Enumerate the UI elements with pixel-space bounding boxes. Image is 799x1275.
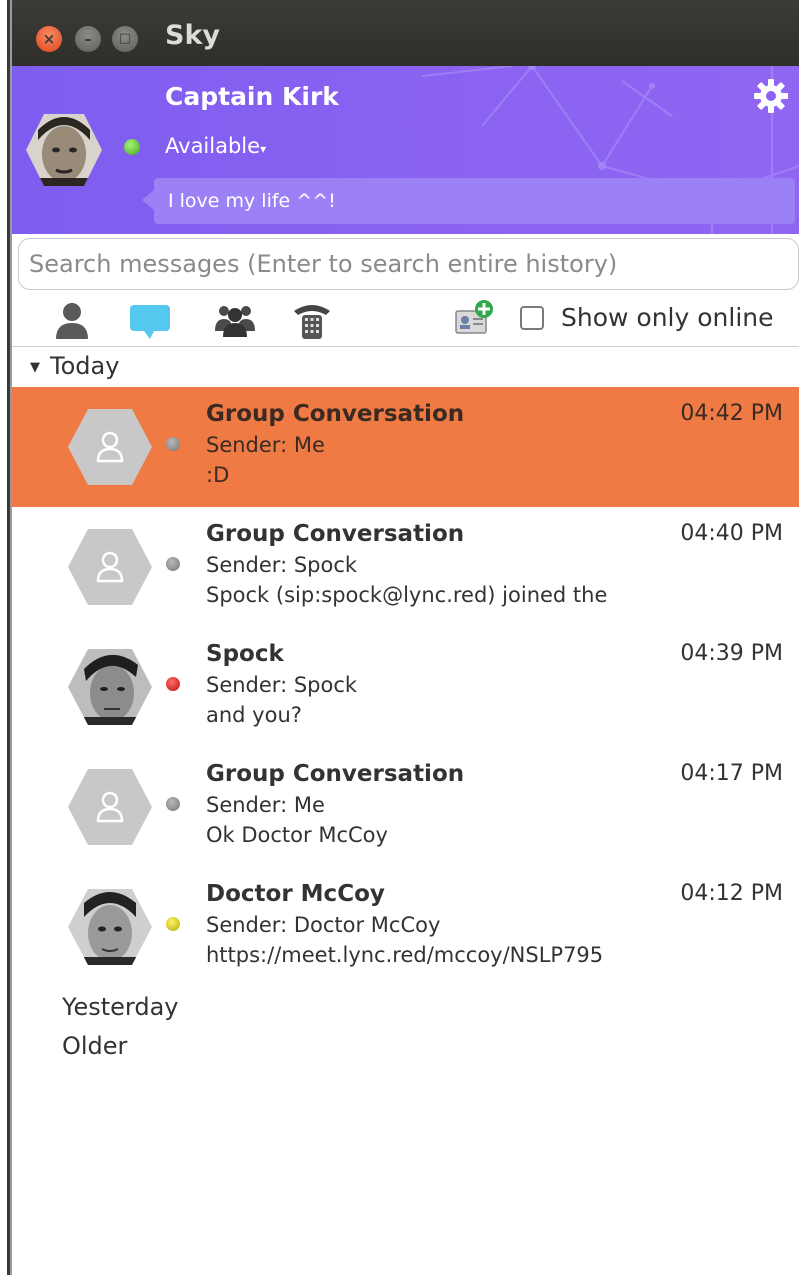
gear-icon[interactable] xyxy=(753,78,789,114)
chat-history-icon[interactable] xyxy=(128,299,172,341)
user-display-name: Captain Kirk xyxy=(165,82,339,111)
minimize-window-button[interactable]: – xyxy=(75,26,101,52)
app-window: × – □ Sky Captain Kirk Available▾ I love… xyxy=(12,0,799,1275)
presence-status-dot xyxy=(166,557,180,571)
conversation-last-message: https://meet.lync.red/mccoy/NSLP795 xyxy=(206,943,604,967)
conversation-sender: Sender: Me xyxy=(206,793,325,817)
group-avatar-placeholder xyxy=(68,769,152,845)
conversation-row[interactable]: Group Conversation 04:17 PM Sender: Me O… xyxy=(12,747,799,867)
presence-status-dot xyxy=(166,797,180,811)
availability-label: Available xyxy=(165,134,261,158)
conversation-name: Group Conversation xyxy=(206,401,465,427)
maximize-icon: □ xyxy=(118,31,132,46)
minimize-icon: – xyxy=(84,30,92,48)
profile-header: Captain Kirk Available▾ I love my life ^… xyxy=(12,66,799,234)
add-contact-icon[interactable] xyxy=(454,299,494,337)
view-tabs-bar: Show only online xyxy=(12,293,799,347)
availability-dropdown[interactable]: Available▾ xyxy=(165,134,266,158)
conversation-sender: Sender: Spock xyxy=(206,673,358,697)
group-label-today: Today xyxy=(50,352,120,380)
conversation-last-message: Spock (sip:spock@lync.red) joined the xyxy=(206,583,608,607)
window-title: Sky xyxy=(165,20,221,51)
presence-status-dot xyxy=(166,917,180,931)
conversation-name: Group Conversation xyxy=(206,521,465,547)
conversation-last-message: :D xyxy=(206,463,230,487)
presence-status-dot xyxy=(166,677,180,691)
phone-icon[interactable] xyxy=(290,299,334,341)
conversation-last-message: Ok Doctor McCoy xyxy=(206,823,388,847)
contact-avatar xyxy=(68,889,152,965)
group-avatar-placeholder xyxy=(68,529,152,605)
conversation-row[interactable]: Group Conversation 04:42 PM Sender: Me :… xyxy=(12,387,799,507)
conversation-name: Spock xyxy=(206,641,284,667)
user-avatar[interactable] xyxy=(24,110,104,190)
conversation-row[interactable]: Doctor McCoy 04:12 PM Sender: Doctor McC… xyxy=(12,867,799,987)
left-window-edge xyxy=(0,0,12,1275)
close-icon: × xyxy=(42,30,56,48)
group-header-today[interactable]: ▼ Today xyxy=(30,352,119,380)
conversation-time: 04:17 PM xyxy=(680,761,783,786)
contact-avatar xyxy=(68,649,152,725)
title-bar: × – □ Sky xyxy=(12,0,799,66)
group-avatar-placeholder xyxy=(68,409,152,485)
user-status-indicator xyxy=(124,139,140,155)
maximize-window-button[interactable]: □ xyxy=(112,26,138,52)
presence-status-dot xyxy=(166,437,180,451)
search-messages-input[interactable] xyxy=(18,238,799,290)
close-window-button[interactable]: × xyxy=(36,26,62,52)
group-header-older[interactable]: Older xyxy=(62,1032,127,1060)
conversation-name: Doctor McCoy xyxy=(206,881,385,907)
group-header-yesterday[interactable]: Yesterday xyxy=(62,993,179,1021)
conversation-sender: Sender: Spock xyxy=(206,553,358,577)
show-only-online-checkbox[interactable] xyxy=(520,306,544,330)
contacts-icon[interactable] xyxy=(50,299,94,341)
conversation-last-message: and you? xyxy=(206,703,302,727)
mood-message-field[interactable]: I love my life ^^! xyxy=(142,178,795,224)
show-only-online-label: Show only online xyxy=(561,303,774,332)
chevron-down-icon: ▾ xyxy=(260,142,267,156)
conversation-time: 04:40 PM xyxy=(680,521,783,546)
conversation-row[interactable]: Spock 04:39 PM Sender: Spock and you? xyxy=(12,627,799,747)
conversation-time: 04:42 PM xyxy=(680,401,783,426)
conversation-name: Group Conversation xyxy=(206,761,465,787)
conversation-time: 04:39 PM xyxy=(680,641,783,666)
conversation-sender: Sender: Me xyxy=(206,433,325,457)
conversation-sender: Sender: Doctor McCoy xyxy=(206,913,441,937)
groups-icon[interactable] xyxy=(213,299,257,341)
conversation-row[interactable]: Group Conversation 04:40 PM Sender: Spoc… xyxy=(12,507,799,627)
conversation-time: 04:12 PM xyxy=(680,881,783,906)
collapse-triangle-icon: ▼ xyxy=(30,359,40,375)
